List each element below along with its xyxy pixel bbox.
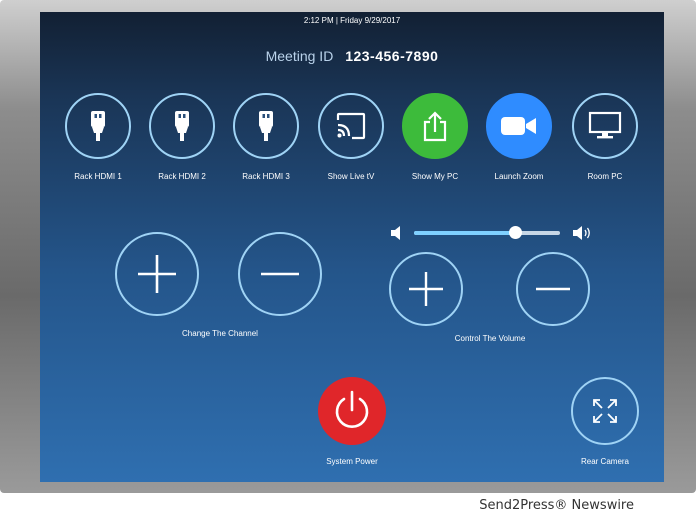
- source-label: Room PC: [587, 172, 623, 181]
- volume-slider[interactable]: [414, 226, 560, 239]
- rear-camera-label: Rear Camera: [580, 457, 629, 466]
- hdmi-icon: [175, 111, 189, 141]
- minus-icon: [261, 272, 299, 276]
- share-icon: [423, 111, 447, 142]
- hdmi-icon: [91, 111, 105, 141]
- newswire-footer: Send2Press® Newswire: [479, 498, 634, 513]
- speaker-low-icon: [391, 226, 400, 240]
- source-label: Show Live tV: [327, 172, 375, 181]
- volume-down-button[interactable]: [516, 252, 590, 326]
- channel-up-button[interactable]: [115, 232, 199, 316]
- source-label: Show My PC: [411, 172, 459, 181]
- plus-icon: [138, 255, 176, 293]
- volume-label: Control The Volume: [454, 334, 526, 343]
- launch-zoom-button[interactable]: [486, 93, 552, 159]
- channel-down-button[interactable]: [238, 232, 322, 316]
- meeting-id: Meeting ID 123-456-7890: [40, 48, 664, 64]
- show-live-tv-button[interactable]: [318, 93, 384, 159]
- source-label: Rack HDMI 2: [158, 172, 206, 181]
- minus-icon: [536, 287, 570, 291]
- source-rack-hdmi-3[interactable]: Rack HDMI 3: [224, 93, 308, 181]
- hdmi-icon: [259, 111, 273, 141]
- source-rack-hdmi-1[interactable]: Rack HDMI 1: [56, 93, 140, 181]
- rack-hdmi-1-button[interactable]: [65, 93, 131, 159]
- rack-hdmi-2-button[interactable]: [149, 93, 215, 159]
- source-show-live-tv[interactable]: Show Live tV: [309, 93, 393, 181]
- monitor-icon: [588, 111, 622, 139]
- rack-hdmi-3-button[interactable]: [233, 93, 299, 159]
- tablet-frame: 2:12 PM | Friday 9/29/2017 Meeting ID 12…: [0, 0, 696, 493]
- system-power-button[interactable]: [318, 377, 386, 445]
- source-label: Rack HDMI 3: [242, 172, 290, 181]
- meeting-id-value: 123-456-7890: [345, 48, 439, 64]
- source-label: Rack HDMI 1: [74, 172, 122, 181]
- video-camera-icon: [501, 117, 536, 135]
- control-screen: 2:12 PM | Friday 9/29/2017 Meeting ID 12…: [40, 12, 664, 482]
- channel-label: Change The Channel: [182, 329, 258, 338]
- volume-up-button[interactable]: [389, 252, 463, 326]
- cast-icon: [336, 112, 366, 140]
- source-label: Launch Zoom: [494, 172, 544, 181]
- room-pc-button[interactable]: [572, 93, 638, 159]
- volume-slider-fill: [414, 231, 515, 235]
- source-launch-zoom[interactable]: Launch Zoom: [477, 93, 561, 181]
- source-room-pc[interactable]: Room PC: [563, 93, 647, 181]
- status-bar: 2:12 PM | Friday 9/29/2017: [303, 16, 401, 25]
- expand-icon: [593, 399, 617, 423]
- power-icon: [335, 390, 369, 428]
- show-my-pc-button[interactable]: [402, 93, 468, 159]
- source-rack-hdmi-2[interactable]: Rack HDMI 2: [140, 93, 224, 181]
- meeting-id-label: Meeting ID: [265, 48, 334, 64]
- volume-slider-thumb[interactable]: [508, 226, 522, 239]
- speaker-high-icon: [573, 226, 590, 240]
- source-show-my-pc[interactable]: Show My PC: [393, 93, 477, 181]
- system-power-label: System Power: [326, 457, 378, 466]
- rear-camera-button[interactable]: [571, 377, 639, 445]
- plus-icon: [409, 272, 443, 306]
